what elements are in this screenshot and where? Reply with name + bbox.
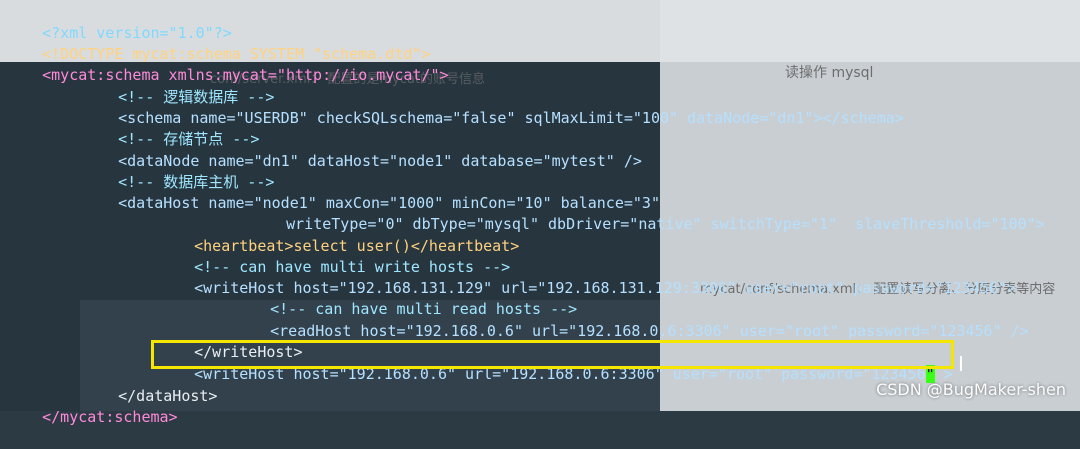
watermark: CSDN @BugMaker-shen	[876, 380, 1066, 399]
code-line-xml-declaration: <?xml version="1.0"?>	[42, 24, 232, 42]
ibeam-cursor-icon: I	[958, 352, 964, 376]
code-line-schema: <schema name="USERDB" checkSQLschema="fa…	[118, 109, 904, 127]
code-line-writehost-close: </writeHost>	[194, 343, 303, 361]
code-line-schema-root-open: <mycat:schema xmlns:mycat="http://io.myc…	[42, 66, 449, 84]
highlight-box	[151, 340, 954, 369]
code-line-comment-storage-node: <!-- 存储节点 -->	[118, 130, 260, 148]
code-line-doctype: <!DOCTYPE mycat:schema SYSTEM "schema.dt…	[42, 45, 431, 63]
code-line-datahost: <dataHost name="node1" maxCon="1000" min…	[118, 194, 660, 212]
code-line-datahost-continued: writeType="0" dbType="mysql" dbDriver="n…	[286, 215, 1045, 233]
code-line-comment-logical-db: <!-- 逻辑数据库 -->	[118, 88, 275, 106]
code-line-comment-db-host: <!-- 数据库主机 -->	[118, 173, 275, 191]
code-line-comment-write-hosts: <!-- can have multi write hosts -->	[194, 258, 511, 276]
code-line-readhost: <readHost host="192.168.0.6" url="192.16…	[270, 322, 1029, 340]
code-line-writehost-primary: <writeHost host="192.168.131.129" url="1…	[194, 279, 1016, 297]
code-line-heartbeat: <heartbeat>select user()</heartbeat>	[194, 237, 520, 255]
code-line-schema-root-close: </mycat:schema>	[42, 408, 178, 426]
code-line-comment-read-hosts: <!-- can have multi read hosts -->	[270, 300, 578, 318]
code-line-datanode: <dataNode name="dn1" dataHost="node1" da…	[118, 152, 642, 170]
